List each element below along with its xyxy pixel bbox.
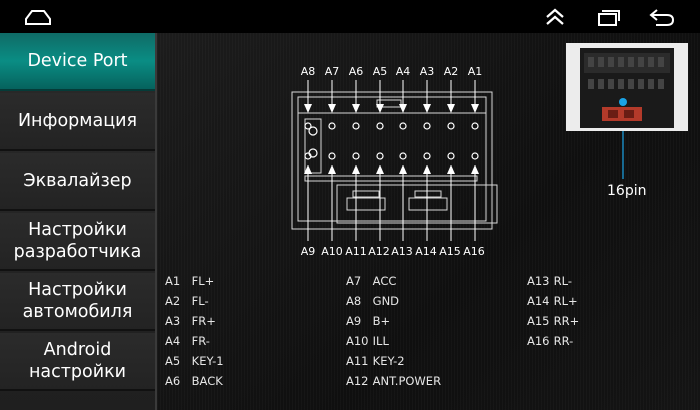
settings-sidebar: Device Port Информация Эквалайзер Настро… [0,33,157,410]
pin-label-a14: A14 [415,245,437,258]
legend-item: A12 ANT.POWER [346,374,442,388]
arrow-down-icon [399,104,407,113]
arrow-down-icon [471,104,479,113]
sidebar-item-information[interactable]: Информация [0,93,155,151]
pin-terminal-top [471,122,479,130]
pin-label-a2: A2 [444,65,459,78]
pin-terminal-bottom [328,152,336,160]
device-port-panel: A8 A7 A6 A5 A4 A3 A2 A1 A9 A10 A11 A12 A… [157,33,700,410]
legend-item: A10 ILL [346,334,389,348]
arrow-up-icon [376,165,384,174]
legend-item: A7 ACC [346,274,397,288]
pin-label-a15: A15 [439,245,461,258]
pin-terminal-bottom [399,152,407,160]
pin-terminal-bottom [352,152,360,160]
arrow-up-icon [328,165,336,174]
pin-label-a12: A12 [368,245,390,258]
legend-item: A16 RR- [527,334,574,348]
back-arrow-icon[interactable] [648,6,676,28]
pin-terminal-top [423,122,431,130]
legend-item: A4 FR- [165,334,210,348]
sidebar-item-developer-settings[interactable]: Настройки разработчика [0,213,155,271]
legend-item: A14 RL+ [527,294,578,308]
arrow-down-icon [376,104,384,113]
pin-terminal-top [352,122,360,130]
sidebar-item-android-settings[interactable]: Android настройки [0,333,155,391]
arrow-down-icon [352,104,360,113]
pin-assignment-legend: A1 FL+ A2 FL- A3 FR+ A4 FR- A5 KEY-1 A6 … [165,274,695,394]
pin-terminal-bottom [423,152,431,160]
legend-item: A1 FL+ [165,274,215,288]
legend-item: A11 KEY-2 [346,354,405,368]
pin-label-a11: A11 [345,245,367,258]
navigation-bar [0,0,700,33]
pin-terminal-bottom [376,152,384,160]
recent-apps-icon[interactable] [596,6,624,28]
arrow-up-icon [399,165,407,174]
pin-label-a5: A5 [373,65,388,78]
pin-label-a13: A13 [391,245,413,258]
arrow-up-icon [447,165,455,174]
pin-label-a10: A10 [321,245,343,258]
arrow-down-icon [447,104,455,113]
pin-label-a1: A1 [468,65,483,78]
contact-hole [308,126,318,136]
legend-item: A2 FL- [165,294,209,308]
legend-item: A15 RR+ [527,314,580,328]
arrow-down-icon [304,104,312,113]
pin-terminal-bottom [471,152,479,160]
pin-label-a7: A7 [325,65,340,78]
home-icon[interactable] [24,6,52,28]
connector-photo [566,43,688,131]
pin-terminal-top [447,122,455,130]
legend-item: A3 FR+ [165,314,216,328]
arrow-up-icon [352,165,360,174]
pin-label-a6: A6 [349,65,364,78]
arrow-up-icon [423,165,431,174]
sidebar-item-equalizer[interactable]: Эквалайзер [0,153,155,211]
arrow-up-icon [471,165,479,174]
sidebar-item-car-settings[interactable]: Настройки автомобиля [0,273,155,331]
pin-label-a4: A4 [396,65,411,78]
sidebar-item-device-port[interactable]: Device Port [0,33,155,91]
pin-label-a8: A8 [301,65,316,78]
contact-hole [308,148,318,158]
pin-label-a16: A16 [463,245,485,258]
pin-terminal-top [328,122,336,130]
arrow-down-icon [328,104,336,113]
pin-count-label: 16pin [607,183,647,199]
pin-terminal-top [376,122,384,130]
pin-terminal-bottom [447,152,455,160]
legend-item: A5 KEY-1 [165,354,224,368]
legend-item: A9 B+ [346,314,391,328]
arrow-down-icon [423,104,431,113]
legend-item: A8 GND [346,294,400,308]
legend-item: A13 RL- [527,274,573,288]
double-chevron-up-icon[interactable] [543,6,571,28]
pin-label-a9: A9 [301,245,316,258]
legend-item: A6 BACK [165,374,223,388]
pin-label-a3: A3 [420,65,435,78]
pin-terminal-top [399,122,407,130]
